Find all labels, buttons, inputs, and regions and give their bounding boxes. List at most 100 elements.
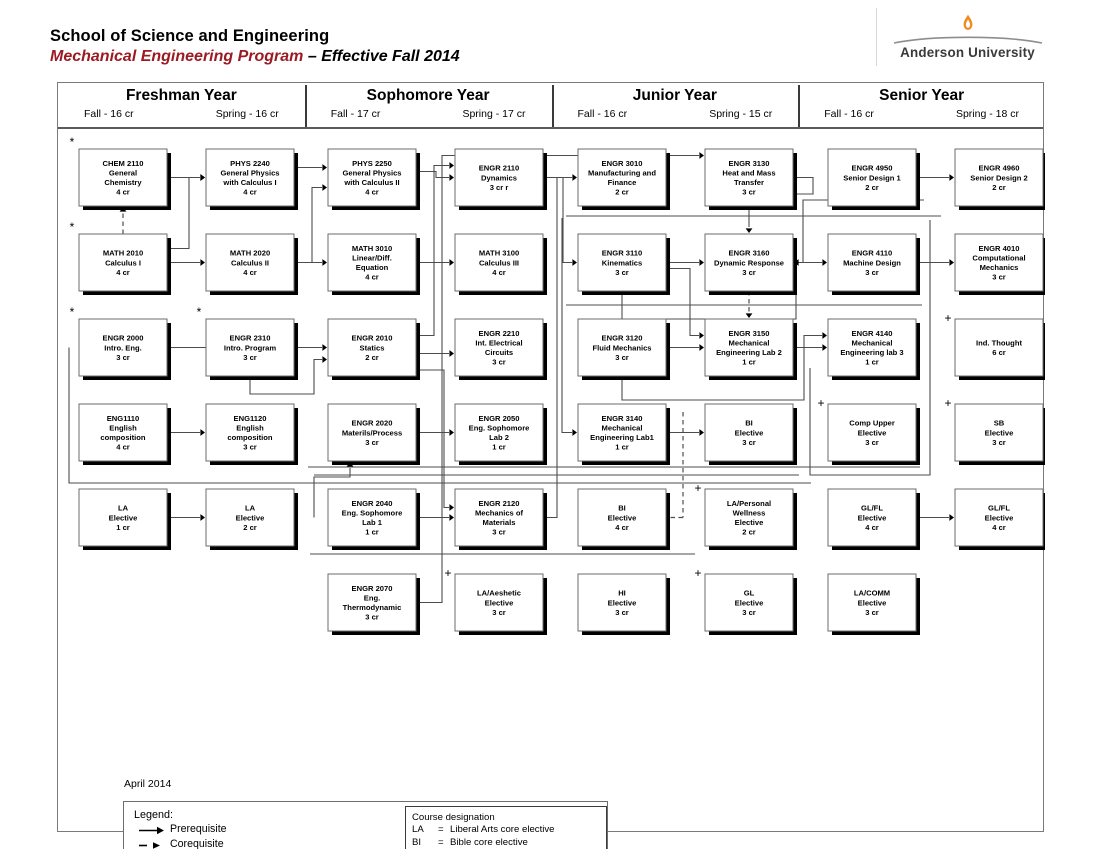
year-column-header-2: Junior Year Fall - 16 cr Spring - 15 cr: [552, 83, 799, 128]
course-code: BI: [745, 419, 753, 428]
course-detail-line: 3 cr: [365, 438, 379, 447]
course-detail-line: 2 cr: [365, 353, 379, 362]
course-box-engr2110[interactable]: ENGR 2110Dynamics3 cr r: [454, 148, 547, 210]
course-box-engr2310[interactable]: * ENGR 2310Intro. Program3 cr: [197, 305, 298, 380]
course-box-bi4[interactable]: BIElective4 cr: [577, 488, 670, 550]
plus-marker: +: [817, 396, 824, 410]
course-box-gl[interactable]: + GLElective3 cr: [694, 566, 797, 635]
term-spring: Spring - 17 cr: [462, 108, 526, 121]
course-code: LA/Personal: [727, 499, 771, 508]
course-code: ENGR 4960: [979, 164, 1020, 173]
course-box-engr3120[interactable]: ENGR 3120Fluid Mechanics3 cr: [577, 318, 670, 380]
course-detail-line: Equation: [356, 263, 389, 272]
course-code: Ind. Thought: [976, 339, 1022, 348]
year-terms: Fall - 16 cr Spring - 18 cr: [798, 108, 1045, 120]
course-box-engr4950[interactable]: ENGR 4950Senior Design 12 cr: [827, 148, 920, 210]
course-box-math3010[interactable]: MATH 3010Linear/Diff.Equation4 cr: [327, 233, 420, 295]
course-box-laaes[interactable]: + LA/AesheticElective3 cr: [444, 566, 547, 635]
course-detail-line: Dynamic Response: [714, 258, 784, 267]
course-box-engr2000[interactable]: * ENGR 2000Intro. Eng.3 cr: [70, 305, 171, 380]
course-box-engr2050[interactable]: ENGR 2050Eng. SophomoreLab 21 cr: [454, 403, 547, 465]
prerequisite-connector: [666, 267, 699, 337]
course-box-engr4140[interactable]: ENGR 4140MechanicalEngineering lab 31 cr: [827, 318, 920, 380]
arrow-head: [699, 152, 704, 159]
course-box-math2010[interactable]: * MATH 2010Calculus I4 cr: [70, 220, 171, 295]
course-detail-line: Heat and Mass: [722, 169, 775, 178]
course-box-engr2020[interactable]: ENGR 2020Materils/Process3 cr: [327, 403, 420, 465]
arrow-head: [200, 514, 205, 521]
course-box-engr2070[interactable]: ENGR 2070Eng.Thermodynamic3 cr: [327, 573, 420, 635]
arrow-head: [822, 259, 827, 266]
year-title: Freshman Year: [125, 87, 237, 104]
course-detail-line: Wellness: [733, 509, 766, 518]
course-box-glfl1[interactable]: GL/FLElective4 cr: [827, 488, 920, 550]
course-detail-line: Linear/Diff.: [352, 254, 392, 263]
course-box-eng1120[interactable]: ENG1120Englishcomposition3 cr: [205, 403, 298, 465]
course-box-engr3110[interactable]: ENGR 3110Kinematics3 cr: [577, 233, 670, 295]
course-detail-line: Elective: [735, 518, 764, 527]
course-box-phys2240[interactable]: PHYS 2240General Physicswith Calculus I4…: [205, 148, 298, 210]
course-detail-line: Int. Electrical: [475, 339, 522, 348]
course-detail-line: 4 cr: [492, 268, 506, 277]
course-code: ENGR 4110: [852, 249, 893, 258]
course-box-lacomm[interactable]: LA/COMMElective3 cr: [827, 573, 920, 635]
course-box-engr4110[interactable]: ENGR 4110Machine Design3 cr: [827, 233, 920, 295]
course-box-lapw[interactable]: + LA/PersonalWellnessElective2 cr: [694, 481, 797, 550]
course-box-chem2110[interactable]: * CHEM 2110GeneralChemistry4 cr: [70, 135, 171, 210]
course-detail-line: 3 cr: [742, 268, 756, 277]
course-code: ENGR 3140: [602, 414, 643, 423]
course-box-engr3140[interactable]: ENGR 3140MechanicalEngineering Lab11 cr: [577, 403, 670, 465]
course-box-compupper[interactable]: + Comp UpperElective3 cr: [817, 396, 920, 465]
arrow-head: [449, 514, 454, 521]
course-detail-line: 4 cr: [116, 268, 130, 277]
course-detail-line: 3 cr: [492, 528, 506, 537]
course-detail-line: General: [109, 169, 137, 178]
course-box-engr2010[interactable]: ENGR 2010Statics2 cr: [327, 318, 420, 380]
arrow-head: [200, 429, 205, 436]
arrow-head: [699, 344, 704, 351]
course-box-sb[interactable]: + SBElective3 cr: [944, 396, 1045, 465]
course-detail-line: Elective: [985, 513, 1014, 522]
course-box-math2020[interactable]: MATH 2020Calculus II4 cr: [205, 233, 298, 295]
course-box-math3100[interactable]: MATH 3100Calculus III4 cr: [454, 233, 547, 295]
term-spring: Spring - 18 cr: [955, 108, 1019, 121]
year-divider: [798, 85, 801, 127]
course-box-engr3130[interactable]: ENGR 3130Heat and MassTransfer3 cr: [704, 148, 797, 210]
course-detail-line: Mechanical: [852, 339, 893, 348]
course-box-hi[interactable]: HIElective3 cr: [577, 573, 670, 635]
term-fall: Fall - 16 cr: [577, 108, 628, 121]
course-code: ENGR 2110: [479, 164, 520, 173]
plus-marker: +: [944, 311, 951, 325]
course-box-la1[interactable]: LAElective1 cr: [78, 488, 171, 550]
course-box-phys2250[interactable]: PHYS 2250General Physicswith Calculus II…: [327, 148, 420, 210]
course-detail-line: 3 cr: [865, 268, 879, 277]
arrow-head: [572, 429, 577, 436]
course-code: GL/FL: [988, 504, 1010, 513]
course-box-engr4960[interactable]: ENGR 4960Senior Design 22 cr: [954, 148, 1045, 210]
course-detail-line: 3 cr: [742, 608, 756, 617]
course-box-glfl2[interactable]: GL/FLElective4 cr: [954, 488, 1045, 550]
course-box-engr2120[interactable]: ENGR 2120Mechanics ofMaterials3 cr: [454, 488, 547, 550]
course-detail-line: Eng. Sophomore: [342, 509, 403, 518]
course-box-bi3[interactable]: BIElective3 cr: [704, 403, 797, 465]
arrow-head: [449, 174, 454, 181]
course-box-engr2040[interactable]: ENGR 2040Eng. SophomoreLab 11 cr: [327, 488, 420, 550]
course-code: ENGR 2010: [352, 334, 393, 343]
designation-rows: LA = Liberal Arts core elective BI = Bible co…: [412, 824, 606, 849]
course-box-engr3150[interactable]: ENGR 3150MechanicalEngineering Lab 21 cr: [704, 318, 797, 380]
course-box-la2[interactable]: LAElective2 cr: [205, 488, 298, 550]
course-detail-line: 3 cr: [615, 608, 629, 617]
course-box-engr4010[interactable]: ENGR 4010ComputationalMechanics3 cr: [954, 233, 1045, 295]
year-divider: [304, 85, 307, 127]
prerequisite-connector: [416, 170, 449, 179]
course-code: LA: [245, 504, 256, 513]
course-box-indthought[interactable]: + Ind. Thought6 cr: [944, 311, 1045, 380]
course-box-engr2210[interactable]: ENGR 2210Int. ElectricalCircuits3 cr: [454, 318, 547, 380]
prerequisite-connector: [416, 164, 449, 337]
course-box-engr3010[interactable]: ENGR 3010Manufacturing andFinance2 cr: [577, 148, 670, 210]
course-code: ENGR 2310: [230, 334, 271, 343]
course-box-eng1110[interactable]: ENG1110Englishcomposition4 cr: [78, 403, 171, 465]
plus-marker: +: [694, 481, 701, 495]
course-code: GL/FL: [861, 504, 883, 513]
course-box-engr3160[interactable]: ENGR 3160Dynamic Response3 cr: [704, 233, 797, 295]
